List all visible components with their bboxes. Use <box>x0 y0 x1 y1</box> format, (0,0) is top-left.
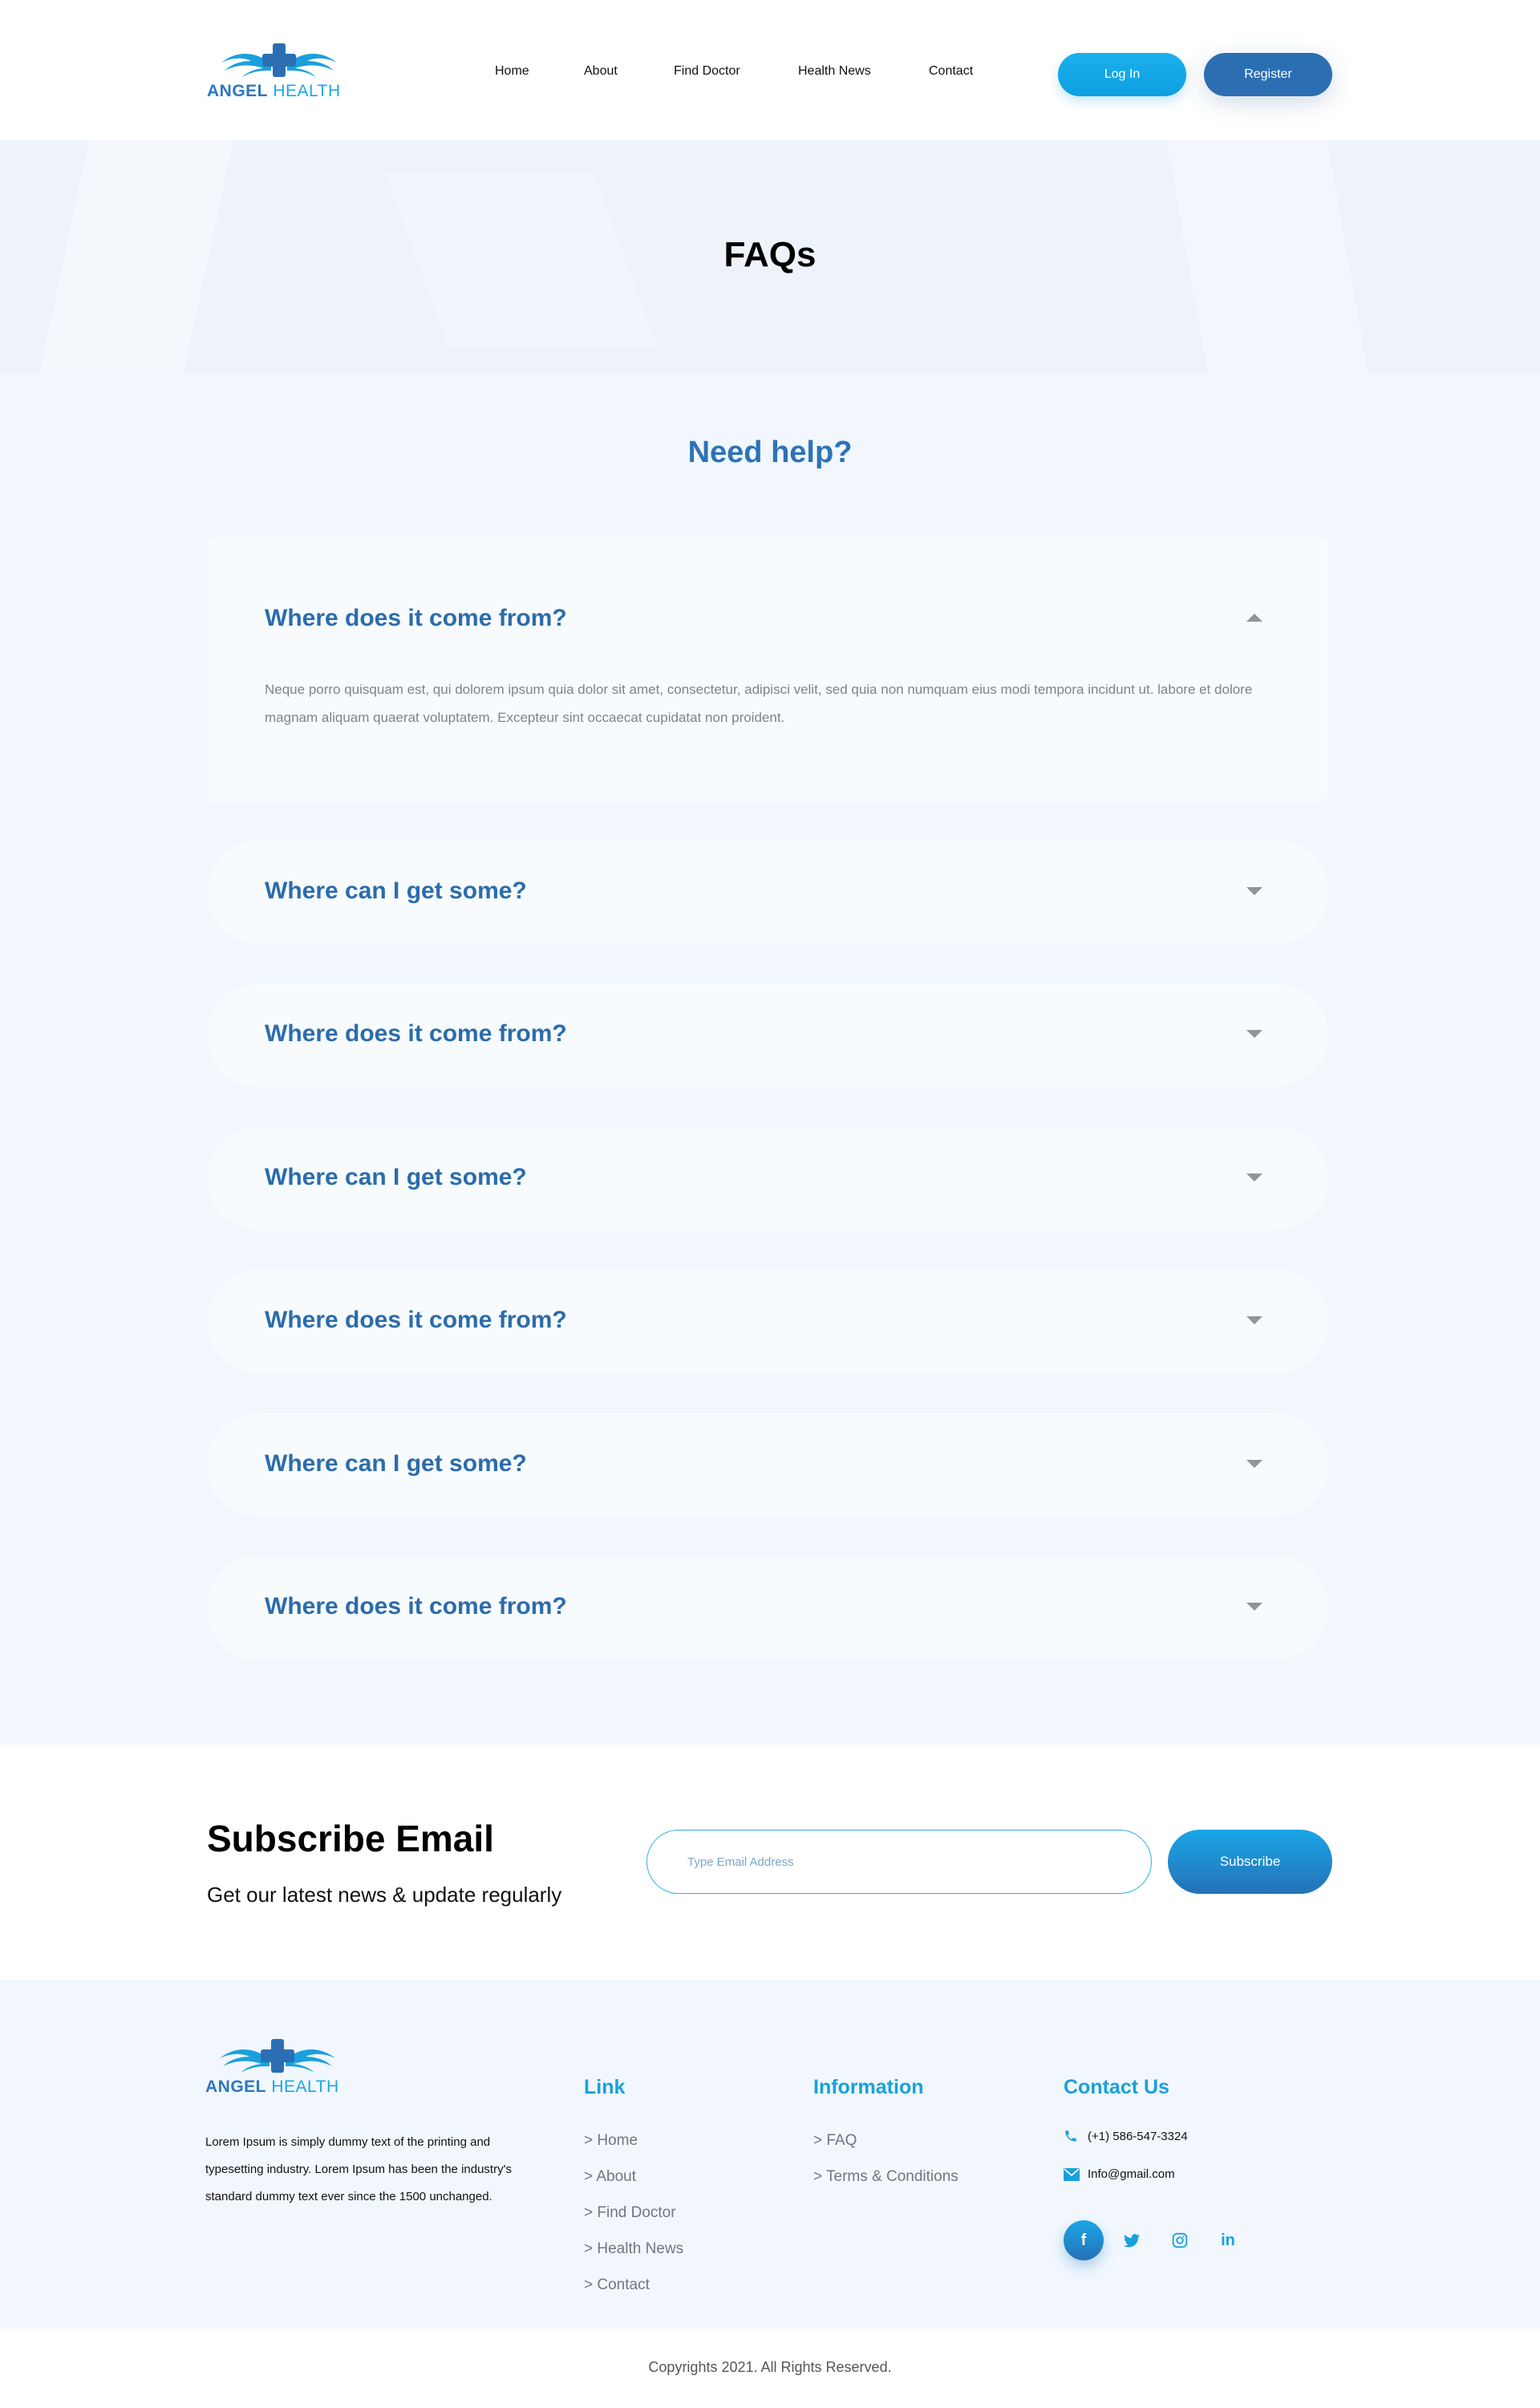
twitter-icon[interactable] <box>1112 2220 1152 2260</box>
faq-question: Where can I get some? <box>265 1450 527 1477</box>
subscribe-section: Subscribe Email Get our latest news & up… <box>0 1745 1540 1980</box>
subscribe-button[interactable]: Subscribe <box>1168 1830 1332 1894</box>
chevron-down-icon[interactable] <box>1246 1603 1262 1611</box>
faq-section: Need help? Where does it come from? Nequ… <box>0 373 1540 1745</box>
faq-item[interactable]: Where does it come from? Neque porro qui… <box>207 537 1328 802</box>
email-address[interactable]: Info@gmail.com <box>1088 2167 1175 2181</box>
site-footer: ANGEL HEALTH Lorem Ipsum is simply dummy… <box>0 1980 1540 2329</box>
footer-phone: (+1) 586-547-3324 <box>1064 2129 1188 2143</box>
nav-find-doctor[interactable]: Find Doctor <box>674 64 740 79</box>
faq-question: Where does it come from? <box>265 1020 567 1047</box>
footer-contact-title: Contact Us <box>1064 2076 1169 2098</box>
footer-link-home[interactable]: > Home <box>584 2132 638 2150</box>
phone-number: (+1) 586-547-3324 <box>1088 2129 1188 2143</box>
site-header: ANGEL HEALTH Home About Find Doctor Heal… <box>0 0 1540 140</box>
faq-item[interactable]: Where can I get some? <box>207 1413 1328 1517</box>
footer-link-title: Link <box>584 2076 626 2098</box>
chevron-down-icon[interactable] <box>1246 887 1262 895</box>
linkedin-icon[interactable]: in <box>1208 2220 1248 2260</box>
copyright-bar: Copyrights 2021. All Rights Reserved. <box>0 2329 1540 2408</box>
footer-link-health-news[interactable]: > Health News <box>584 2240 683 2258</box>
chevron-up-icon[interactable] <box>1246 614 1262 622</box>
faq-question: Where can I get some? <box>265 1164 527 1190</box>
faq-item[interactable]: Where can I get some? <box>207 841 1328 944</box>
footer-email: Info@gmail.com <box>1064 2167 1175 2181</box>
chevron-down-icon[interactable] <box>1246 1316 1262 1324</box>
nav-contact[interactable]: Contact <box>929 64 973 79</box>
chevron-down-icon[interactable] <box>1246 1030 1262 1038</box>
faq-item[interactable]: Where does it come from? <box>207 1270 1328 1373</box>
faq-answer: Neque porro quisquam est, qui dolorem ip… <box>265 682 1253 725</box>
brand-logo[interactable]: ANGEL HEALTH <box>207 43 347 100</box>
mail-icon <box>1064 2167 1088 2181</box>
phone-icon <box>1064 2129 1088 2143</box>
faq-question: Where can I get some? <box>265 878 527 904</box>
instagram-icon[interactable] <box>1160 2220 1200 2260</box>
footer-link-faq[interactable]: > FAQ <box>813 2132 857 2150</box>
footer-logo[interactable]: ANGEL HEALTH <box>205 2039 346 2096</box>
footer-about-text: Lorem Ipsum is simply dummy text of the … <box>205 2135 512 2203</box>
chevron-down-icon[interactable] <box>1246 1174 1262 1182</box>
login-button[interactable]: Log In <box>1058 53 1186 96</box>
faq-item[interactable]: Where does it come from? <box>207 983 1328 1087</box>
faq-question: Where does it come from? <box>265 605 567 631</box>
brand-name: ANGEL HEALTH <box>205 2078 339 2096</box>
footer-link-find-doctor[interactable]: > Find Doctor <box>584 2204 676 2222</box>
faq-question: Where does it come from? <box>265 1307 567 1333</box>
facebook-icon[interactable]: f <box>1064 2220 1104 2260</box>
faq-heading: Need help? <box>687 436 853 469</box>
faq-item[interactable]: Where can I get some? <box>207 1127 1328 1230</box>
chevron-down-icon[interactable] <box>1246 1460 1262 1468</box>
subscribe-subtitle: Get our latest news & update regularly <box>207 1883 562 1907</box>
nav-about[interactable]: About <box>584 64 618 79</box>
faq-question: Where does it come from? <box>265 1593 567 1620</box>
email-input[interactable] <box>646 1830 1152 1894</box>
nav-home[interactable]: Home <box>495 64 529 79</box>
subscribe-title: Subscribe Email <box>207 1818 494 1859</box>
nav-health-news[interactable]: Health News <box>798 64 871 79</box>
footer-link-contact[interactable]: > Contact <box>584 2276 650 2294</box>
page-hero: FAQs <box>0 140 1540 373</box>
footer-link-about[interactable]: > About <box>584 2168 636 2186</box>
logo-wings-cross-icon <box>220 2039 335 2073</box>
footer-info-title: Information <box>813 2076 924 2098</box>
page-title: FAQs <box>723 235 817 274</box>
logo-wings-cross-icon <box>221 43 337 77</box>
footer-link-terms[interactable]: > Terms & Conditions <box>813 2168 958 2186</box>
faq-item[interactable]: Where does it come from? <box>207 1556 1328 1660</box>
brand-name: ANGEL HEALTH <box>207 82 341 100</box>
copyright-text: Copyrights 2021. All Rights Reserved. <box>648 2359 892 2375</box>
register-button[interactable]: Register <box>1204 53 1332 96</box>
